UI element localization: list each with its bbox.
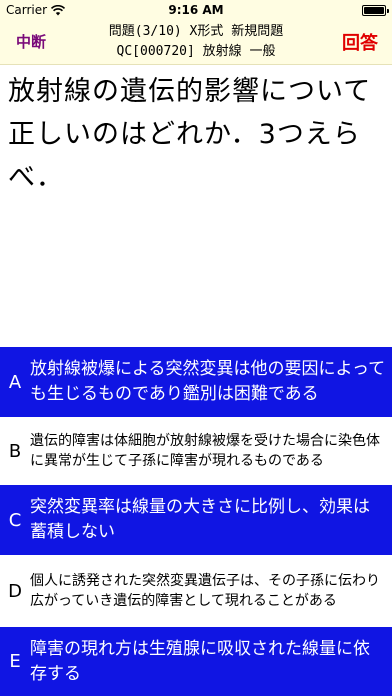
answer-button[interactable]: 回答 xyxy=(342,29,378,55)
header: 中断 問題(3/10) X形式 新規問題 QC[000720] 放射線 一般 回… xyxy=(0,20,392,65)
status-time: 9:16 AM xyxy=(168,3,224,17)
choice-a[interactable]: A 放射線被爆による突然変異は他の要因によっても生じるものであり鑑別は困難である xyxy=(0,347,392,417)
battery-level-fill xyxy=(364,7,384,14)
choice-b[interactable]: B 遺伝的障害は体細胞が放射線被爆を受けた場合に染色体に異常が生じて子孫に障害が… xyxy=(0,417,392,485)
choice-c[interactable]: C 突然変異率は線量の大きさに比例し、効果は蓄積しない xyxy=(0,485,392,555)
choice-text: 遺伝的障害は体細胞が放射線被爆を受けた場合に染色体に異常が生じて子孫に障害が現れ… xyxy=(30,433,380,469)
battery-icon xyxy=(362,5,389,16)
choice-text: 突然変異率は線量の大きさに比例し、効果は蓄積しない xyxy=(30,497,370,542)
choice-letter: E xyxy=(9,651,21,672)
choice-letter: A xyxy=(8,371,22,393)
choice-d[interactable]: D 個人に誘発された突然変異遺伝子は、その子孫に伝わり広がっていき遺伝的障害とし… xyxy=(0,555,392,627)
choice-letter: B xyxy=(8,440,22,462)
question-text: 放射線の遺伝的影響について正しいのはどれか．3つえらべ． xyxy=(8,76,372,193)
choice-e[interactable]: E 障害の現れ方は生殖腺に吸収された線量に依存する xyxy=(0,627,392,696)
choice-letter: D xyxy=(8,580,22,602)
suspend-button[interactable]: 中断 xyxy=(16,31,46,52)
question-info: 問題(3/10) X形式 新規問題 QC[000720] 放射線 一般 xyxy=(88,22,304,62)
question-code-label: QC[000720] 放射線 一般 xyxy=(116,44,276,59)
choice-text: 放射線被爆による突然変異は他の要因によっても生じるものであり鑑別は困難である xyxy=(30,359,386,404)
choice-text: 障害の現れ方は生殖腺に吸収された線量に依存する xyxy=(30,638,370,684)
status-bar: Carrier 9:16 AM xyxy=(0,0,392,20)
question-progress-label: 問題(3/10) X形式 新規問題 xyxy=(108,24,284,39)
choice-text: 個人に誘発された突然変異遺伝子は、その子孫に伝わり広がっていき遺伝的障害として現… xyxy=(30,573,380,609)
choice-letter: C xyxy=(8,509,22,531)
